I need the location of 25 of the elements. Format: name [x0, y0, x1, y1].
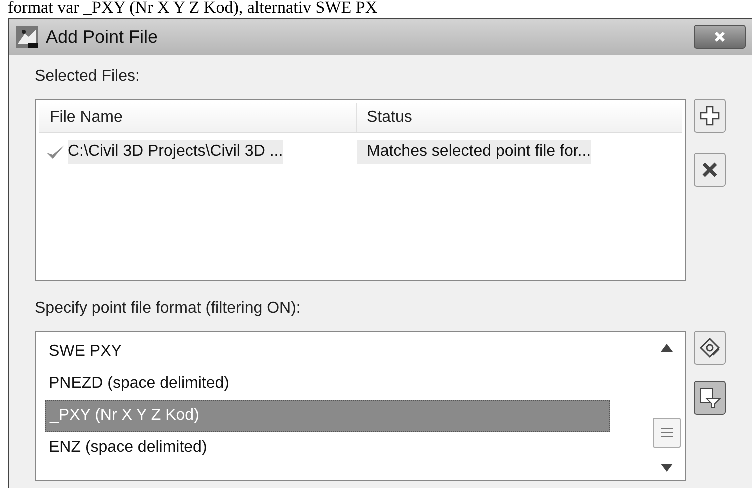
column-header[interactable]: File Name [39, 103, 357, 132]
close-icon [702, 162, 718, 178]
document-text: format var _PXY (Nr X Y Z Kod), alternativ SWE PX [7, 0, 379, 18]
section-label: Specify point file format (filtering ON): [35, 299, 302, 319]
filter-button[interactable] [694, 381, 726, 415]
section-label: Selected Files: [35, 67, 141, 87]
plus-icon [700, 106, 720, 126]
add-button[interactable] [694, 99, 726, 133]
scroll-up-icon[interactable] [661, 344, 673, 352]
close-icon [714, 31, 726, 43]
filter-icon [699, 387, 721, 409]
close-button[interactable] [694, 25, 746, 49]
table-cell: Matches selected point file for... [357, 140, 592, 164]
window-title: Add Point File [46, 26, 158, 48]
list-item[interactable]: PNEZD (space delimited) [45, 368, 610, 400]
list-item[interactable]: ENZ (space delimited) [45, 432, 610, 464]
list-item[interactable]: SWE PXY [45, 336, 610, 368]
scroll-thumb[interactable] [653, 418, 681, 448]
table-cell: C:\Civil 3D Projects\Civil 3D ... [68, 140, 284, 164]
file-row[interactable]: C:\Civil 3D Projects\Civil 3D ... Matches selected point file for... [39, 136, 682, 168]
column-header[interactable]: Status [357, 103, 682, 132]
remove-button[interactable] [694, 153, 726, 187]
grip-icon [660, 428, 674, 438]
edit-format-button[interactable] [694, 331, 726, 365]
scroll-down-icon[interactable] [661, 464, 673, 472]
